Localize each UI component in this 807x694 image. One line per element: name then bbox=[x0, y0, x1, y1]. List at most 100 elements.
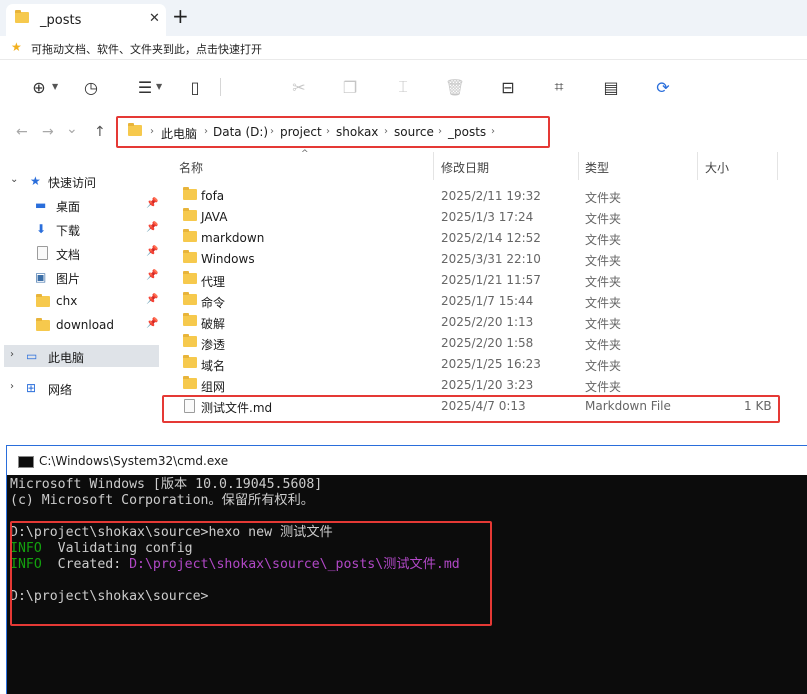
created-path: D:\project\shokax\source\_posts\测试文件.md bbox=[129, 557, 460, 572]
copy-icon[interactable]: ❐ bbox=[339, 76, 361, 98]
file-date: 2025/2/20 1:58 bbox=[441, 336, 534, 350]
table-row[interactable]: 渗透 2025/2/20 1:58 文件夹 bbox=[161, 333, 781, 354]
recent-locations-icon[interactable]: ⌄ bbox=[66, 121, 78, 137]
file-name: Windows bbox=[201, 252, 255, 266]
desktop-icon: ▬ bbox=[35, 198, 47, 212]
console-line: D:\project\shokax\source>hexo new 测试文件 bbox=[10, 525, 333, 540]
address-bar[interactable]: › 此电脑 › Data (D:) › project › shokax › s… bbox=[116, 116, 550, 148]
column-size[interactable]: 大小 bbox=[705, 159, 729, 176]
pin-icon: 📌 bbox=[146, 294, 159, 305]
compress-icon[interactable]: ▤ bbox=[600, 76, 622, 98]
delete-icon[interactable]: 🗑 bbox=[444, 76, 466, 98]
new-icon[interactable]: ⊕ bbox=[28, 76, 50, 98]
file-date: 2025/2/14 12:52 bbox=[441, 231, 541, 245]
column-divider[interactable] bbox=[777, 152, 778, 180]
back-icon[interactable]: ← bbox=[16, 124, 28, 140]
sidebar-item-quick-access[interactable]: ⌄ ★ 快速访问 bbox=[0, 170, 155, 192]
sidebar-item-documents[interactable]: 文档 📌 bbox=[0, 242, 158, 264]
table-row[interactable]: 测试文件.md 2025/4/7 0:13 Markdown File 1 KB bbox=[161, 396, 781, 417]
table-row[interactable]: 破解 2025/2/20 1:13 文件夹 bbox=[161, 312, 781, 333]
column-date[interactable]: 修改日期 bbox=[441, 159, 489, 176]
table-row[interactable]: fofa 2025/2/11 19:32 文件夹 bbox=[161, 186, 781, 207]
table-row[interactable]: Windows 2025/3/31 22:10 文件夹 bbox=[161, 249, 781, 270]
cmd-console[interactable]: Microsoft Windows [版本 10.0.19045.5608] (… bbox=[7, 475, 807, 694]
column-divider[interactable] bbox=[433, 152, 434, 180]
menu-icon[interactable]: ☰ bbox=[134, 76, 156, 98]
folder-icon bbox=[128, 123, 142, 136]
breadcrumb-separator: › bbox=[384, 126, 388, 137]
console-text: Validating config bbox=[41, 541, 193, 556]
folder-icon bbox=[183, 292, 197, 308]
cmd-title-bar[interactable]: C:\Windows\System32\cmd.exe bbox=[7, 445, 807, 475]
sidebar-item-pictures[interactable]: ▣ 图片 📌 bbox=[0, 266, 159, 288]
network-icon: ⊞ bbox=[26, 381, 37, 395]
breadcrumb-separator: › bbox=[438, 126, 442, 137]
breadcrumb-project[interactable]: project bbox=[280, 125, 322, 139]
forward-icon[interactable]: → bbox=[42, 124, 54, 140]
table-row[interactable]: 域名 2025/1/25 16:23 文件夹 bbox=[161, 354, 781, 375]
rename-icon[interactable]: ⌶ bbox=[392, 76, 414, 98]
sidebar-item-chx[interactable]: chx 📌 bbox=[0, 290, 159, 312]
column-divider[interactable] bbox=[578, 152, 579, 180]
chevron-down-icon[interactable]: ▼ bbox=[156, 82, 162, 91]
breadcrumb-source[interactable]: source bbox=[394, 125, 434, 139]
sidebar-item-network[interactable]: › ⊞ 网络 bbox=[0, 377, 155, 399]
folder-icon bbox=[183, 355, 197, 371]
column-type[interactable]: 类型 bbox=[585, 159, 609, 176]
pin-icon: 📌 bbox=[146, 270, 159, 281]
sidebar-item-label: 图片 bbox=[56, 272, 81, 286]
toolbar-divider bbox=[220, 78, 221, 96]
close-icon[interactable]: ✕ bbox=[149, 11, 160, 26]
refresh-icon[interactable]: ⟳ bbox=[652, 76, 674, 98]
cut-icon[interactable]: ✂ bbox=[288, 76, 310, 98]
file-name: 域名 bbox=[201, 359, 226, 373]
column-divider[interactable] bbox=[697, 152, 698, 180]
breadcrumb-data-d[interactable]: Data (D:) bbox=[213, 125, 268, 139]
file-date: 2025/1/20 3:23 bbox=[441, 378, 534, 392]
tab-title: _posts bbox=[40, 13, 82, 28]
up-icon[interactable]: ↑ bbox=[94, 124, 106, 140]
pin-icon: 📌 bbox=[146, 318, 159, 329]
star-icon: ★ bbox=[11, 40, 22, 54]
file-name: 代理 bbox=[201, 275, 226, 289]
column-name[interactable]: 名称 bbox=[179, 159, 203, 176]
sidebar-item-download[interactable]: download 📌 bbox=[0, 314, 159, 336]
file-type: 文件夹 bbox=[585, 275, 622, 289]
chevron-right-icon[interactable]: › bbox=[10, 349, 14, 360]
cmd-window: C:\Windows\System32\cmd.exe Microsoft Wi… bbox=[6, 445, 807, 694]
file-name: 测试文件.md bbox=[201, 401, 273, 415]
crop-icon[interactable]: ⌗ bbox=[548, 76, 570, 98]
file-type: Markdown File bbox=[585, 399, 671, 413]
breadcrumb-shokax[interactable]: shokax bbox=[336, 125, 378, 139]
file-type: 文件夹 bbox=[585, 380, 622, 394]
file-date: 2025/2/11 19:32 bbox=[441, 189, 541, 203]
table-row[interactable]: 组网 2025/1/20 3:23 文件夹 bbox=[161, 375, 781, 396]
table-row[interactable]: 代理 2025/1/21 11:57 文件夹 bbox=[161, 270, 781, 291]
file-type: 文件夹 bbox=[585, 254, 622, 268]
sort-ascending-icon: ^ bbox=[301, 149, 309, 159]
folder-icon bbox=[183, 376, 197, 392]
sidebar-item-downloads[interactable]: ⬇ 下载 📌 bbox=[0, 218, 158, 240]
chevron-down-icon[interactable]: ⌄ bbox=[10, 174, 18, 185]
share-icon[interactable]: ⊟ bbox=[497, 76, 519, 98]
new-tab-button[interactable]: + bbox=[172, 5, 189, 27]
file-date: 2025/1/21 11:57 bbox=[441, 273, 541, 287]
sidebar-item-desktop[interactable]: ▬ 桌面 📌 bbox=[0, 194, 158, 216]
table-row[interactable]: markdown 2025/2/14 12:52 文件夹 bbox=[161, 228, 781, 249]
column-header: ^ 名称 修改日期 类型 大小 bbox=[161, 149, 807, 180]
breadcrumb-this-pc[interactable]: 此电脑 bbox=[161, 125, 197, 142]
table-row[interactable]: JAVA 2025/1/3 17:24 文件夹 bbox=[161, 207, 781, 228]
sidebar-item-this-pc[interactable]: › ▭ 此电脑 bbox=[4, 345, 159, 367]
file-name: JAVA bbox=[201, 210, 228, 224]
chevron-down-icon[interactable]: ▼ bbox=[52, 82, 58, 91]
console-line: (c) Microsoft Corporation。保留所有权利。 bbox=[10, 493, 314, 508]
file-type: 文件夹 bbox=[585, 191, 622, 205]
table-row[interactable]: 命令 2025/1/7 15:44 文件夹 bbox=[161, 291, 781, 312]
file-type: 文件夹 bbox=[585, 233, 622, 247]
layout-icon[interactable]: ▯ bbox=[184, 76, 206, 98]
breadcrumb-posts[interactable]: _posts bbox=[448, 125, 486, 139]
tab-posts[interactable]: _posts ✕ bbox=[6, 4, 166, 36]
clock-icon[interactable]: ◷ bbox=[80, 76, 102, 98]
chevron-right-icon[interactable]: › bbox=[10, 381, 14, 392]
file-date: 2025/4/7 0:13 bbox=[441, 399, 526, 413]
